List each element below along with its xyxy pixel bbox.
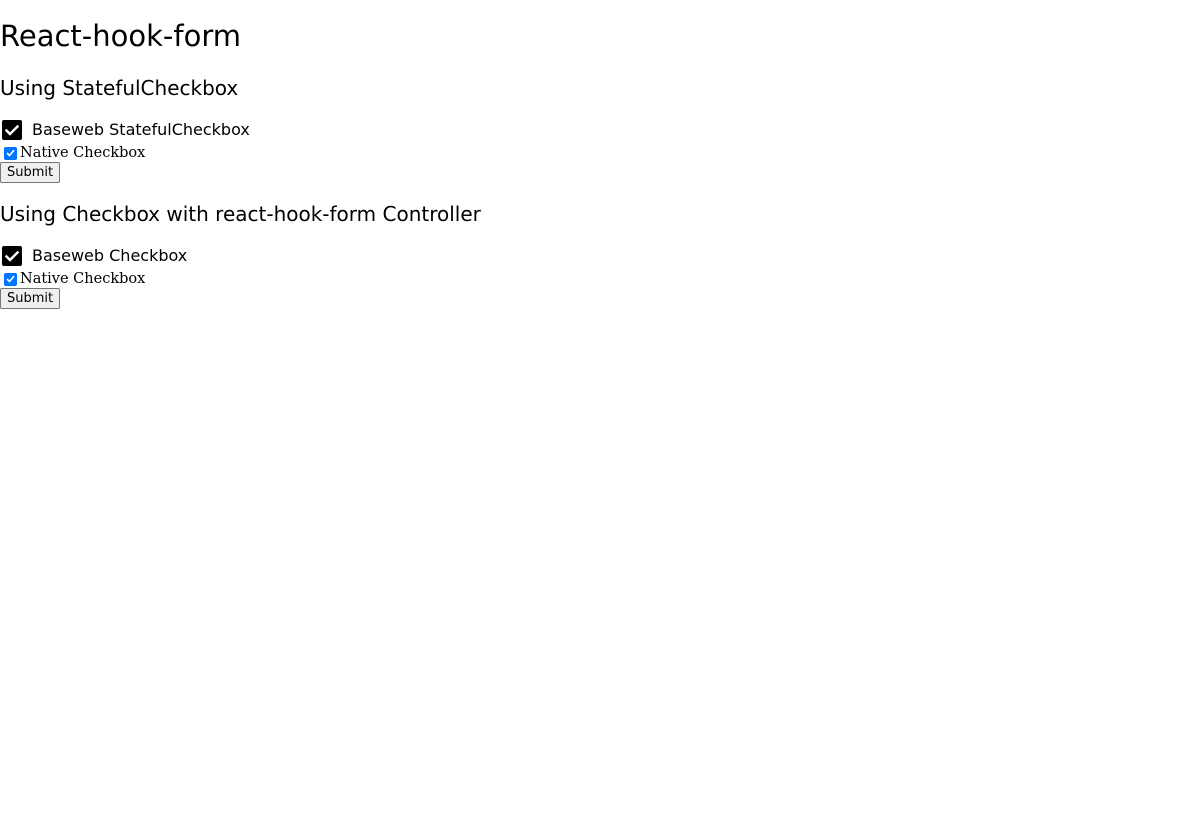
check-icon (5, 250, 19, 262)
native-checkbox-row[interactable]: Native Checkbox (0, 143, 145, 163)
native-checkbox[interactable] (4, 272, 17, 286)
check-icon (6, 149, 15, 157)
check-icon (6, 275, 15, 283)
native-checkbox[interactable] (4, 146, 17, 160)
baseweb-stateful-checkbox[interactable]: Baseweb StatefulCheckbox (0, 118, 250, 142)
native-checkbox-label: Native Checkbox (20, 145, 146, 161)
baseweb-stateful-checkbox-label: Baseweb StatefulCheckbox (32, 120, 250, 139)
page-title: React-hook-form (0, 19, 241, 53)
section-heading-stateful: Using StatefulCheckbox (0, 76, 239, 100)
native-checkbox-row[interactable]: Native Checkbox (0, 269, 145, 289)
section-heading-controller: Using Checkbox with react-hook-form Cont… (0, 202, 481, 226)
submit-button[interactable]: Submit (0, 288, 61, 309)
submit-button[interactable]: Submit (0, 162, 61, 183)
checkbox-box[interactable] (2, 246, 22, 266)
baseweb-checkbox-label: Baseweb Checkbox (32, 246, 188, 265)
baseweb-checkbox[interactable]: Baseweb Checkbox (0, 244, 187, 268)
check-icon (5, 124, 19, 136)
checkbox-box[interactable] (2, 120, 22, 140)
native-checkbox-label: Native Checkbox (20, 271, 146, 287)
